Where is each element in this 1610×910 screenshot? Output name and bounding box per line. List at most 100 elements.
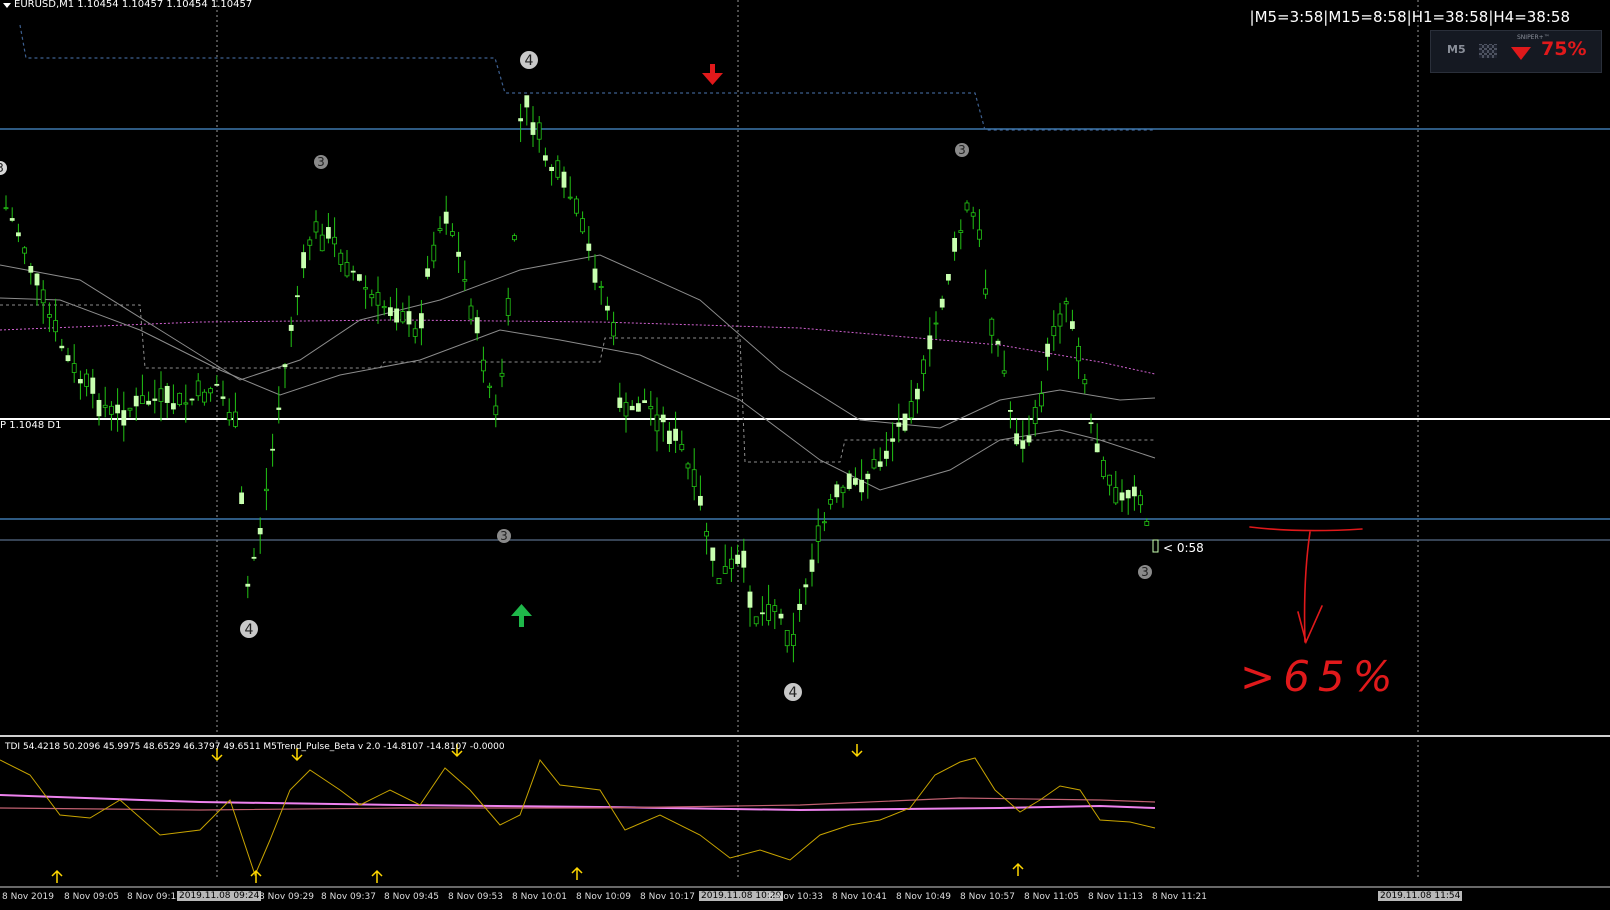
candle-body: [96, 399, 102, 417]
time-tick: 8 Nov 09:45: [384, 892, 439, 902]
candle-body: [667, 430, 672, 444]
candle-body: [673, 428, 678, 441]
candle-body: [65, 355, 71, 362]
candle-body: [766, 604, 771, 621]
svg-text:3: 3: [958, 143, 966, 157]
candle-body: [704, 531, 709, 537]
candle-body: [884, 450, 889, 459]
candlesticks: [3, 95, 1150, 663]
red-down-triangle-icon: [1511, 47, 1531, 60]
candle-body: [232, 411, 238, 427]
candle-body: [468, 305, 474, 320]
candle-body: [822, 521, 827, 524]
time-tick: 8 Nov 09:29: [259, 892, 314, 902]
candle-body: [543, 155, 548, 161]
time-tick: 8 Nov 11:13: [1088, 892, 1143, 902]
candle-body: [1107, 474, 1112, 486]
svg-text:4: 4: [525, 53, 534, 69]
candle-body: [437, 228, 443, 231]
candle-body: [933, 322, 939, 325]
candle-body: [840, 486, 846, 494]
candle-body: [877, 461, 883, 467]
candle-body: [574, 198, 579, 214]
candle-body: [679, 444, 685, 451]
price-chart[interactable]: 3 3 4 3 3 4 4 3: [0, 0, 1610, 910]
candle-body: [617, 397, 623, 408]
bar-countdown: < 0:58: [1163, 541, 1204, 555]
red-down-arrow-icon: [702, 64, 723, 85]
symbol-header: EURUSD,M1 1.10454 1.10457 1.10454 1.1045…: [14, 0, 253, 10]
candle-body: [53, 320, 58, 333]
time-tick: 8 Nov 09:53: [448, 892, 503, 902]
candle-body: [753, 616, 759, 625]
candle-body: [115, 404, 120, 414]
time-tick: 8 Nov 10:17: [640, 892, 695, 902]
candle-body: [1088, 422, 1094, 425]
candle-body: [890, 438, 895, 442]
candle-body: [1125, 490, 1131, 499]
candle-body: [660, 414, 666, 423]
candle-body: [189, 398, 195, 401]
svg-text:3: 3: [317, 155, 325, 169]
candle-body: [164, 385, 170, 403]
candle-body: [84, 373, 89, 387]
signal-percent: 75%: [1541, 38, 1587, 60]
candle-body: [735, 554, 740, 564]
step-channel-upper: [19, 24, 1155, 131]
candle-body: [332, 236, 338, 245]
candle-body: [102, 404, 108, 408]
candle-body: [977, 229, 982, 240]
candle-body: [1008, 409, 1013, 412]
time-tick: 8 Nov 09:13: [127, 892, 182, 902]
candle-body: [133, 395, 139, 407]
time-tick: 8 Nov 10:49: [896, 892, 951, 902]
symbol-dropdown-icon[interactable]: [3, 3, 11, 8]
candle-body: [946, 273, 951, 281]
candle-body: [214, 383, 220, 386]
candle-body: [208, 388, 214, 394]
time-tick: 8 Nov 11:05: [1024, 892, 1079, 902]
candle-body: [592, 268, 598, 283]
candle-body: [34, 273, 40, 286]
candle-body: [493, 405, 499, 416]
candle-body: [958, 230, 964, 233]
candle-body: [995, 340, 1001, 345]
candle-body: [195, 380, 201, 397]
candle-body: [270, 448, 276, 451]
candle-body: [778, 613, 784, 619]
candle-body: [896, 422, 902, 427]
wave-label-3: 3: [1138, 565, 1152, 579]
candle-body: [698, 495, 703, 506]
candle-body: [425, 268, 431, 277]
candle-body: [394, 308, 400, 323]
candle-body: [71, 363, 77, 373]
candle-body: [512, 235, 517, 241]
time-tick: 8 Nov 09:37: [321, 892, 376, 902]
candle-body: [487, 385, 493, 388]
candle-body: [561, 171, 567, 188]
grid-icon: [1479, 44, 1497, 58]
candle-body: [294, 295, 300, 298]
current-bar-marker: [1152, 539, 1159, 553]
candle-body: [338, 252, 344, 265]
signal-widget[interactable]: M5 SNIPER+™ 75%: [1430, 30, 1602, 73]
candle-body: [642, 400, 647, 404]
candle-body: [964, 202, 970, 211]
candle-body: [350, 270, 356, 273]
candle-body: [741, 550, 747, 568]
candle-body: [1045, 343, 1050, 357]
candle-body: [109, 405, 114, 415]
candle-body: [139, 395, 145, 405]
candle-body: [859, 479, 864, 493]
candle-body: [598, 286, 604, 288]
candle-body: [580, 218, 585, 233]
candle-body: [121, 410, 127, 426]
candle-body: [685, 463, 691, 469]
candle-body: [90, 377, 96, 394]
candle-body: [78, 379, 83, 384]
indicator-label: TDI 54.4218 50.2096 45.9975 48.6529 46.3…: [5, 742, 505, 752]
widget-timeframe: M5: [1447, 43, 1466, 56]
candle-body: [1082, 379, 1088, 385]
candle-body: [47, 314, 52, 318]
wave-label-3: 3: [955, 143, 969, 157]
